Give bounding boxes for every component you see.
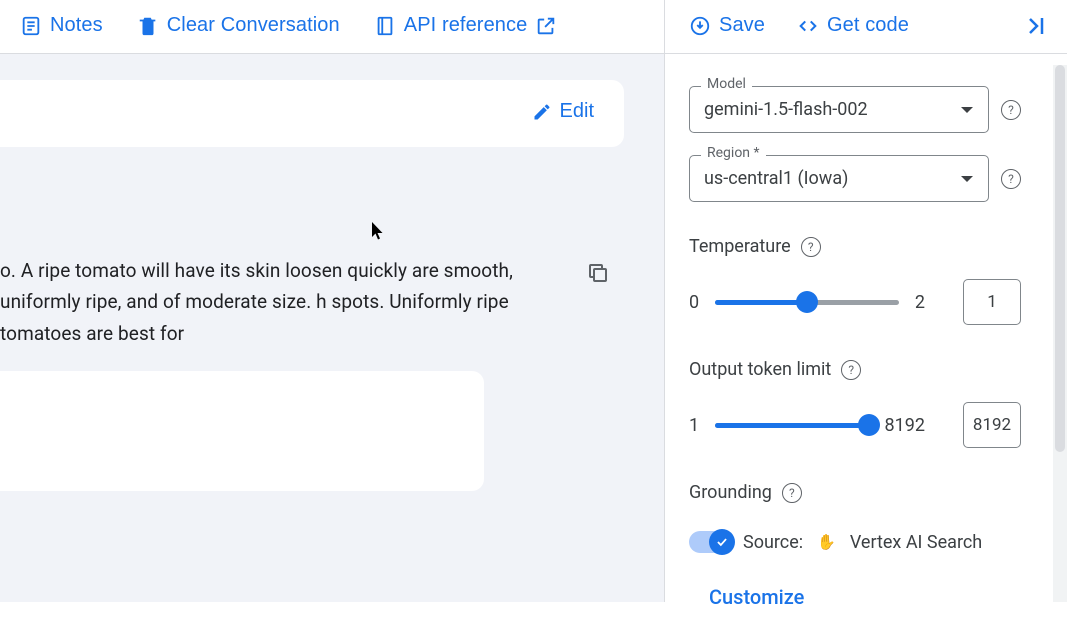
model-select[interactable]: gemini-1.5-flash-002 [689,86,989,133]
temperature-value-input[interactable]: 1 [963,279,1021,325]
collapse-panel-button[interactable] [1027,15,1047,37]
settings-panel: Model gemini-1.5-flash-002 ? Region * us… [665,54,1067,629]
temperature-help-icon[interactable]: ? [801,237,821,257]
grounding-label: Grounding [689,482,772,503]
edit-button[interactable]: Edit [532,100,594,123]
region-value: us-central1 (Iowa) [704,168,848,189]
temperature-label: Temperature [689,236,791,257]
get-code-button[interactable]: Get code [797,14,909,37]
grounding-toggle[interactable] [689,531,733,553]
region-help-icon[interactable]: ? [1001,169,1021,189]
model-label: Model [701,76,752,92]
chevron-bar-icon [1027,15,1047,37]
api-ref-label: API reference [404,14,528,37]
customize-link[interactable]: Customize [709,585,1021,609]
output-token-help-icon[interactable]: ? [841,360,861,380]
model-help-icon[interactable]: ? [1001,100,1021,120]
output-token-value-input[interactable]: 8192 [963,402,1021,448]
scrollbar[interactable] [1053,65,1067,602]
conversation-area: Edit o. A ripe tomato will have its skin… [0,54,664,602]
region-label: Region * [701,145,766,161]
notes-icon [20,15,42,37]
external-link-icon [535,15,557,37]
grounding-help-icon[interactable]: ? [782,483,802,503]
api-reference-button[interactable]: API reference [374,14,558,37]
output-token-slider[interactable] [715,423,868,428]
caret-down-icon [960,105,974,115]
copy-icon [586,261,610,285]
right-toolbar: Save Get code [665,0,1067,54]
response-text: o. A ripe tomato will have its skin loos… [0,255,554,349]
edit-label: Edit [560,100,594,123]
code-icon [797,15,819,37]
cursor-icon [371,221,385,241]
hand-icon: ✋ [817,533,836,551]
notes-button[interactable]: Notes [20,14,103,37]
temperature-max: 2 [915,292,925,313]
prompt-card: Edit [0,80,624,147]
output-token-min: 1 [689,415,699,436]
left-toolbar: Notes Clear Conversation API reference [0,0,664,54]
copy-button[interactable] [582,257,614,292]
region-select[interactable]: us-central1 (Iowa) [689,155,989,202]
check-icon [715,535,729,549]
model-value: gemini-1.5-flash-002 [704,99,868,120]
notes-label: Notes [50,14,103,37]
clear-label: Clear Conversation [167,14,340,37]
scrollbar-thumb[interactable] [1055,65,1065,452]
clear-conversation-button[interactable]: Clear Conversation [137,14,340,37]
temperature-slider[interactable] [715,300,899,305]
source-label: Source: [743,532,803,553]
caret-down-icon [960,174,974,184]
input-area[interactable] [0,371,484,491]
pencil-icon [532,102,552,122]
output-token-label: Output token limit [689,359,831,380]
get-code-label: Get code [827,14,909,37]
output-token-max: 8192 [885,415,925,436]
save-icon [689,15,711,37]
save-label: Save [719,14,765,37]
save-button[interactable]: Save [689,14,765,37]
temperature-min: 0 [689,292,699,313]
source-value: Vertex AI Search [850,532,982,553]
trash-icon [137,15,159,37]
book-icon [374,15,396,37]
